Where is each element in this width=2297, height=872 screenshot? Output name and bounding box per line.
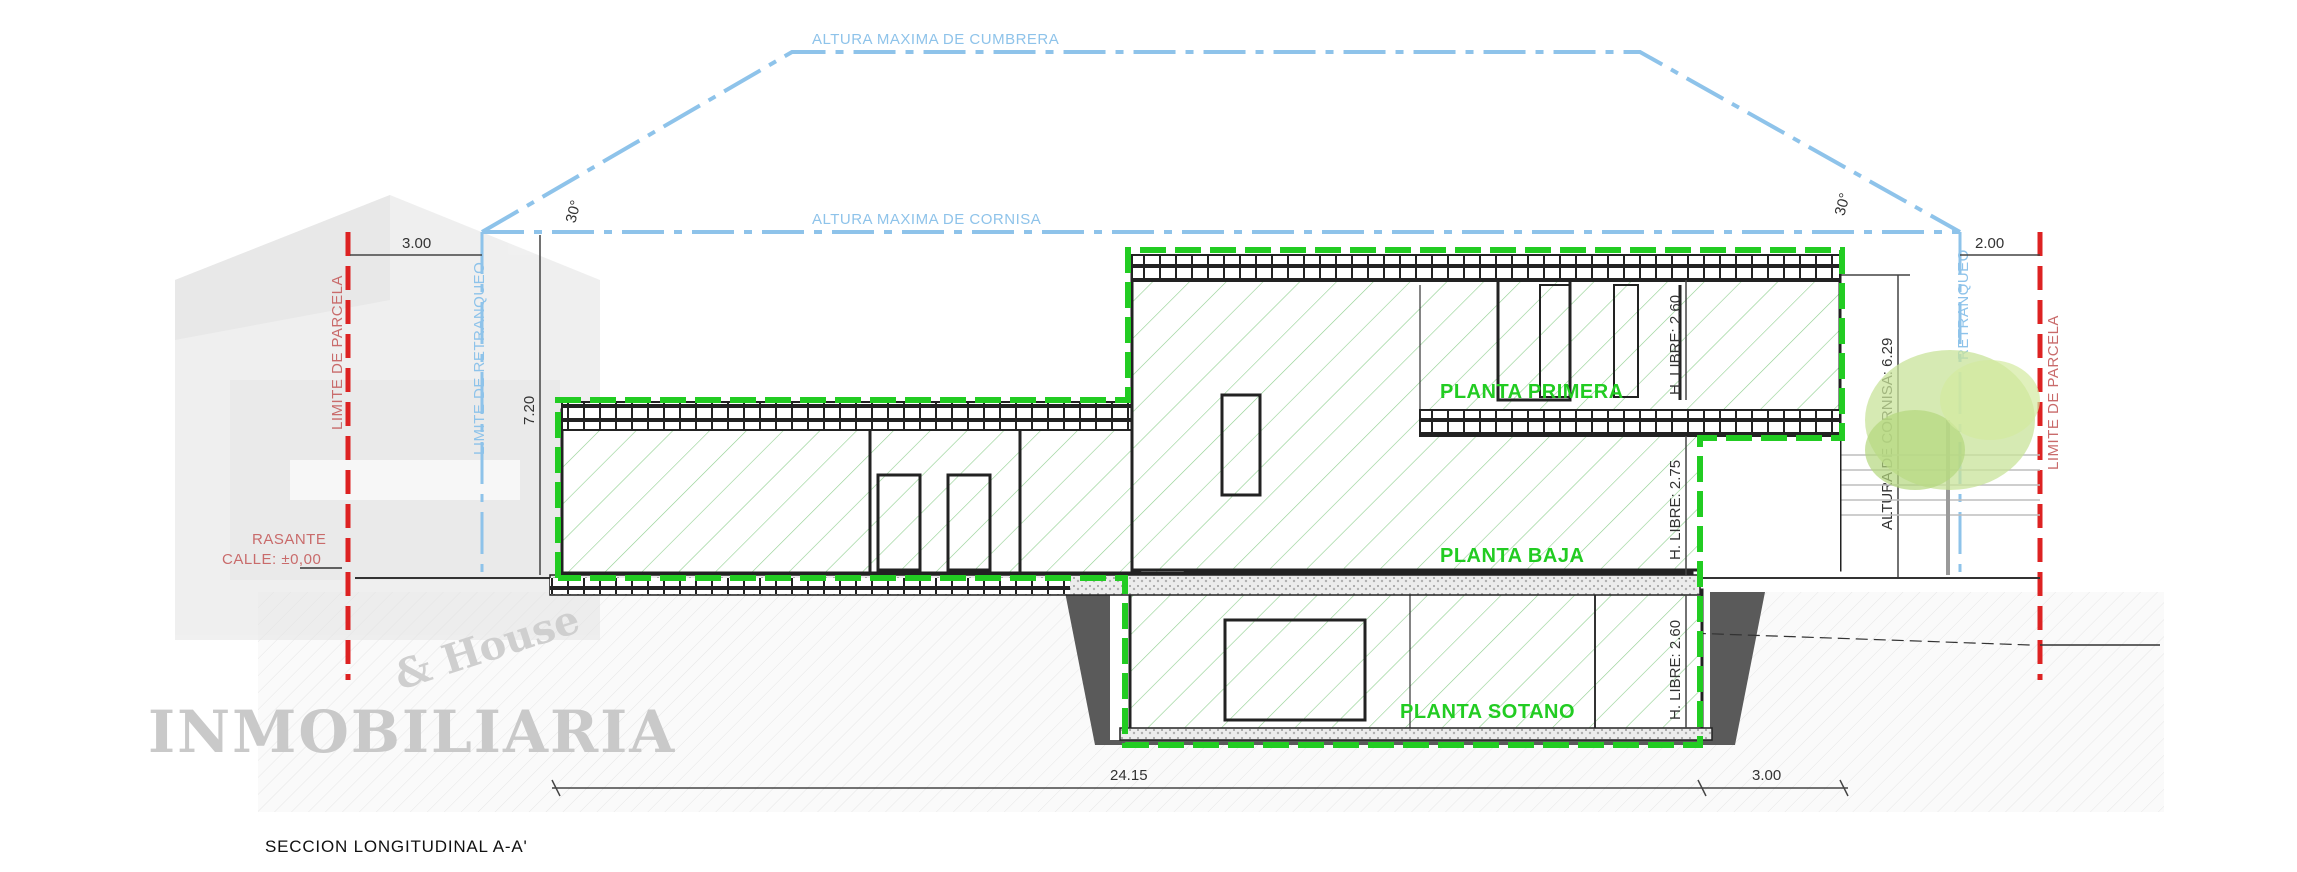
- cornice-height-label: ALTURA MAXIMA DE CORNISA: [812, 211, 1041, 228]
- dim-height-left: 7.20: [521, 396, 538, 425]
- dim-rear-length: 3.00: [1752, 767, 1781, 784]
- planta-primera-label: PLANTA PRIMERA: [1440, 381, 1624, 403]
- planta-sotano-label: PLANTA SOTANO: [1400, 701, 1575, 723]
- tree: [1865, 350, 2040, 575]
- left-roof-slab: [561, 401, 1133, 431]
- angle-left-label: 30°: [563, 198, 585, 224]
- plot-limit-left-label: LIMITE DE PARCELA: [329, 275, 346, 430]
- dim-total-length: 24.15: [1110, 767, 1148, 784]
- planta-baja-label: PLANTA BAJA: [1440, 545, 1584, 567]
- street-level-label-2: CALLE: ±0,00: [222, 551, 321, 568]
- basement-window: [1223, 618, 1367, 722]
- first-floor-slab: [1419, 409, 1841, 437]
- street-level-label-1: RASANTE: [252, 531, 326, 548]
- ground-floor-left-volume: [560, 408, 1134, 575]
- first-clear-height: H. LIBRE: 2.60: [1667, 295, 1684, 395]
- ground-window-1: [876, 473, 922, 572]
- ridge-height-label: ALTURA MAXIMA DE CUMBRERA: [812, 31, 1059, 48]
- section-title: SECCION LONGITUDINAL A-A': [265, 837, 528, 856]
- section-drawing: & House INMOBILIARIA ALTURA MAXIMA DE CU…: [148, 31, 2164, 856]
- setback-right-label: RETRANQUEO: [1955, 249, 1972, 360]
- basement-clear-height: H. LIBRE: 2.60: [1667, 620, 1684, 720]
- first-window-1: [1220, 393, 1262, 497]
- ground-window-2: [946, 473, 992, 572]
- watermark-inmobiliaria: INMOBILIARIA: [148, 698, 676, 766]
- dim-setback-left: 3.00: [402, 235, 431, 252]
- plot-limit-right-label: LIMITE DE PARCELA: [2045, 315, 2062, 470]
- setback-left-label: LIMITE DE RETRANQUEO: [471, 262, 488, 455]
- ground-clear-height: H. LIBRE: 2.75: [1667, 460, 1684, 560]
- basement-floor-slab: [1119, 727, 1713, 741]
- dim-setback-right: 2.00: [1975, 235, 2004, 252]
- top-roof-slab: [1131, 254, 1841, 282]
- angle-right-label: 30°: [1832, 191, 1854, 217]
